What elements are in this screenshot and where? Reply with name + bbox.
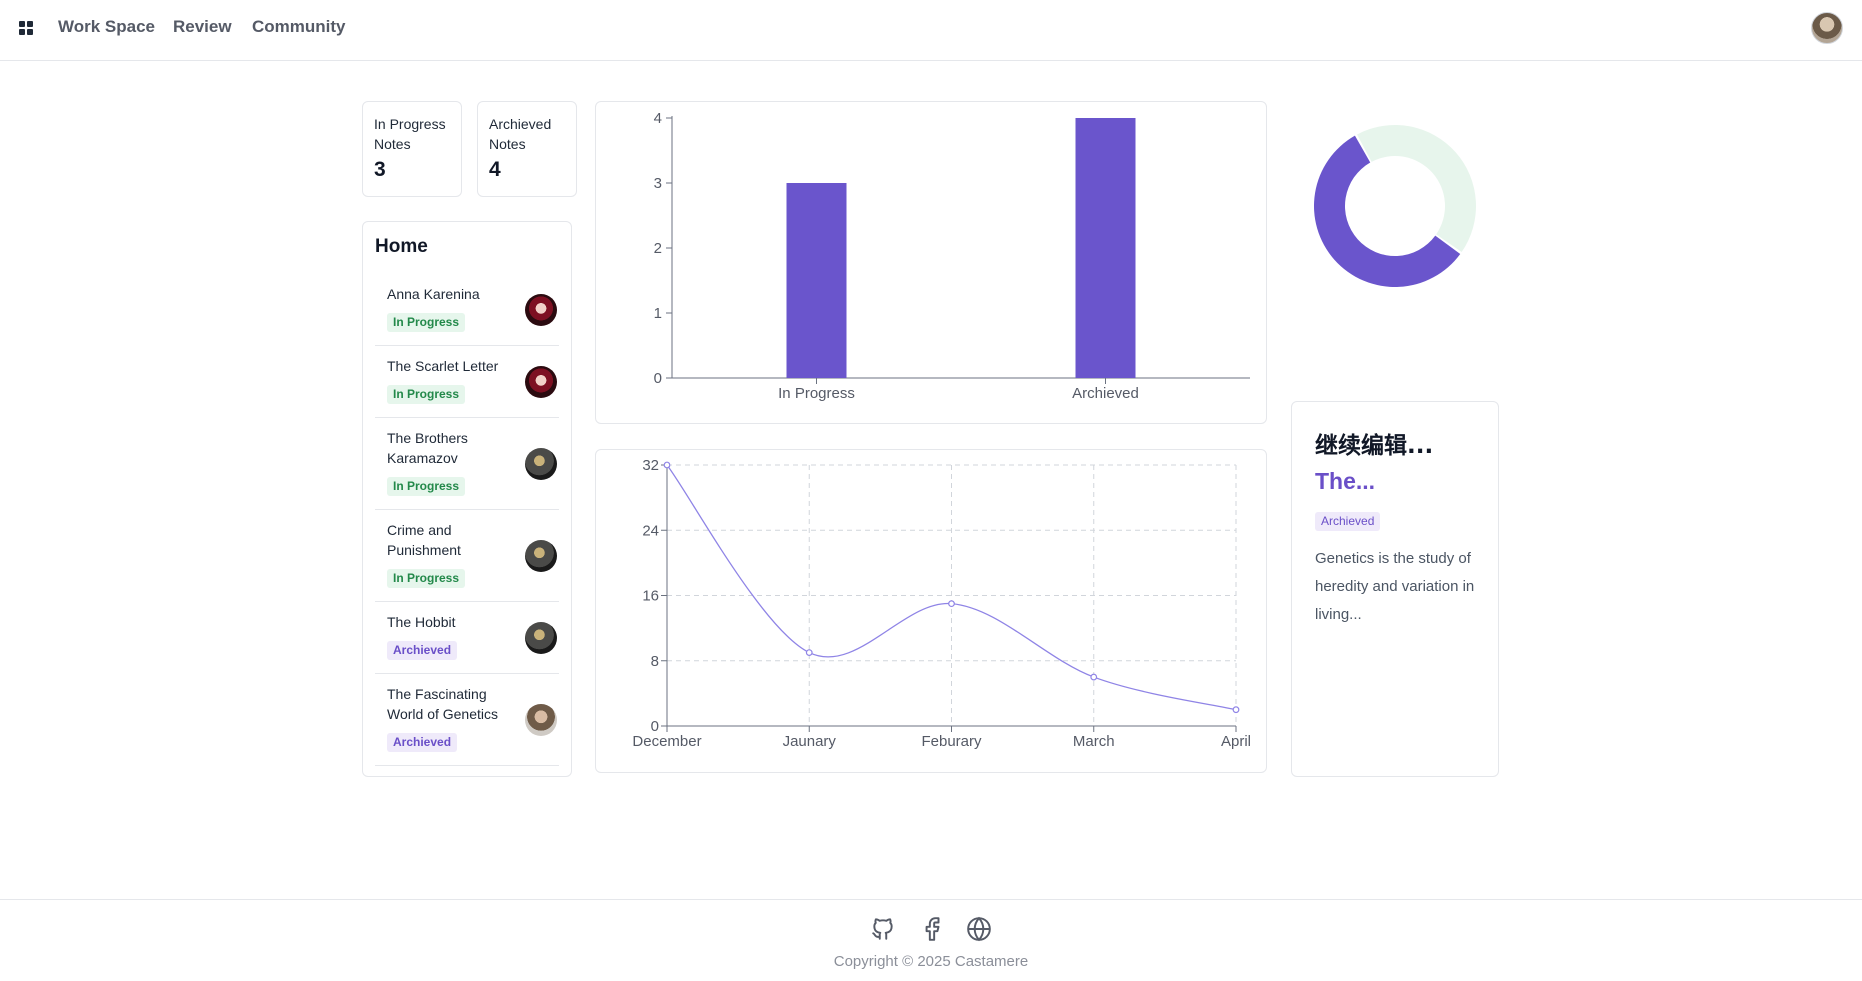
stat-value: 3 <box>374 158 386 181</box>
list-item[interactable]: Crime and Punishment In Progress <box>375 510 559 602</box>
x-tick-label: March <box>1073 733 1115 750</box>
top-navigation-bar: Work Space Review Community <box>0 0 1862 61</box>
continue-editing-heading: 继续编辑... <box>1315 433 1434 459</box>
bar <box>1075 118 1136 378</box>
y-tick-label: 3 <box>654 175 662 192</box>
y-tick-label: 0 <box>654 370 662 387</box>
bar <box>786 183 847 378</box>
status-badge: In Progress <box>387 385 466 404</box>
stat-card-in-progress: In Progress Notes 3 <box>362 101 462 197</box>
list-item[interactable]: The Hobbit Archieved <box>375 602 559 674</box>
list-item[interactable]: The Brothers Karamazov In Progress <box>375 418 559 510</box>
line-chart: 08162432December Jaunary Feburary March Apri… <box>632 457 1251 750</box>
x-tick-label: Archieved <box>1072 385 1139 402</box>
status-badge: Archieved <box>1315 512 1381 531</box>
note-title: Crime and Punishment <box>387 522 461 558</box>
stat-label: Archieved Notes <box>489 116 552 152</box>
bar-chart: 0 1 2 3 4 In Progress Archieved <box>654 110 1250 402</box>
y-tick-label: 24 <box>642 522 659 539</box>
facebook-icon[interactable] <box>919 916 945 942</box>
continue-note-title[interactable]: The... <box>1315 468 1375 495</box>
data-point <box>663 461 671 469</box>
stat-label: In Progress Notes <box>374 116 446 152</box>
y-tick-label: 32 <box>642 457 659 474</box>
note-avatar <box>525 294 557 326</box>
note-title: The Hobbit <box>387 614 456 630</box>
status-badge: In Progress <box>387 313 466 332</box>
footer: Copyright © 2025 Castamere <box>0 899 1862 981</box>
list-item[interactable]: Anna Karenina In Progress <box>375 274 559 346</box>
github-icon[interactable] <box>870 916 896 942</box>
y-tick-label: 8 <box>651 653 659 670</box>
home-notes-card: Home Anna Karenina In Progress The Scarl… <box>362 221 572 777</box>
note-title: The Fascinating World of Genetics <box>387 686 499 722</box>
note-title: The Brothers Karamazov <box>387 430 468 466</box>
note-avatar <box>525 366 557 398</box>
note-avatar <box>525 448 557 480</box>
grid-icon[interactable] <box>19 21 33 35</box>
x-tick-label: Feburary <box>921 733 982 750</box>
note-avatar <box>525 622 557 654</box>
donut-slice <box>1357 125 1476 253</box>
data-point <box>1090 673 1098 681</box>
status-badge: In Progress <box>387 477 466 496</box>
stat-value: 4 <box>489 158 501 181</box>
note-avatar <box>525 540 557 572</box>
x-tick-label: In Progress <box>778 385 855 402</box>
list-item[interactable]: The Scarlet Letter In Progress <box>375 346 559 418</box>
x-tick-label: April <box>1221 733 1251 750</box>
status-badge: Archieved <box>387 733 458 752</box>
note-excerpt: Genetics is the study of heredity and va… <box>1315 550 1475 623</box>
list-item[interactable]: The Fascinating World of Genetics Archie… <box>375 674 559 766</box>
note-avatar <box>525 704 557 736</box>
bar-chart-card: 0 1 2 3 4 In Progress Archieved <box>595 101 1267 424</box>
x-tick-label: Jaunary <box>783 733 837 750</box>
status-badge: In Progress <box>387 569 466 588</box>
home-title: Home <box>375 236 428 257</box>
note-title: The Scarlet Letter <box>387 358 499 374</box>
line-chart-card: 0 8 16 24 32 December Jaunary Feburary March Apri… <box>595 449 1267 773</box>
y-tick-label: 2 <box>654 240 662 257</box>
stat-card-archived: Archieved Notes 4 <box>477 101 577 197</box>
user-avatar[interactable] <box>1811 12 1843 44</box>
globe-icon[interactable] <box>966 916 992 942</box>
continue-editing-card[interactable]: 继续编辑... The... Archieved Genetics is the… <box>1291 401 1499 777</box>
y-tick-label: 1 <box>654 305 662 322</box>
data-point <box>805 649 813 656</box>
note-title: Anna Karenina <box>387 286 480 302</box>
x-tick-label: December <box>632 733 701 750</box>
nav-review-link[interactable]: Review <box>173 17 232 37</box>
nav-workspace-link[interactable]: Work Space <box>58 17 155 37</box>
data-point <box>1232 706 1240 714</box>
copyright-text: Copyright © 2025 Castamere <box>833 953 1029 970</box>
donut-chart <box>1314 125 1476 287</box>
y-tick-label: 16 <box>642 588 659 605</box>
nav-community-link[interactable]: Community <box>252 17 346 37</box>
data-point <box>948 600 955 608</box>
y-tick-label: 4 <box>654 110 662 127</box>
status-badge: Archieved <box>387 641 458 660</box>
